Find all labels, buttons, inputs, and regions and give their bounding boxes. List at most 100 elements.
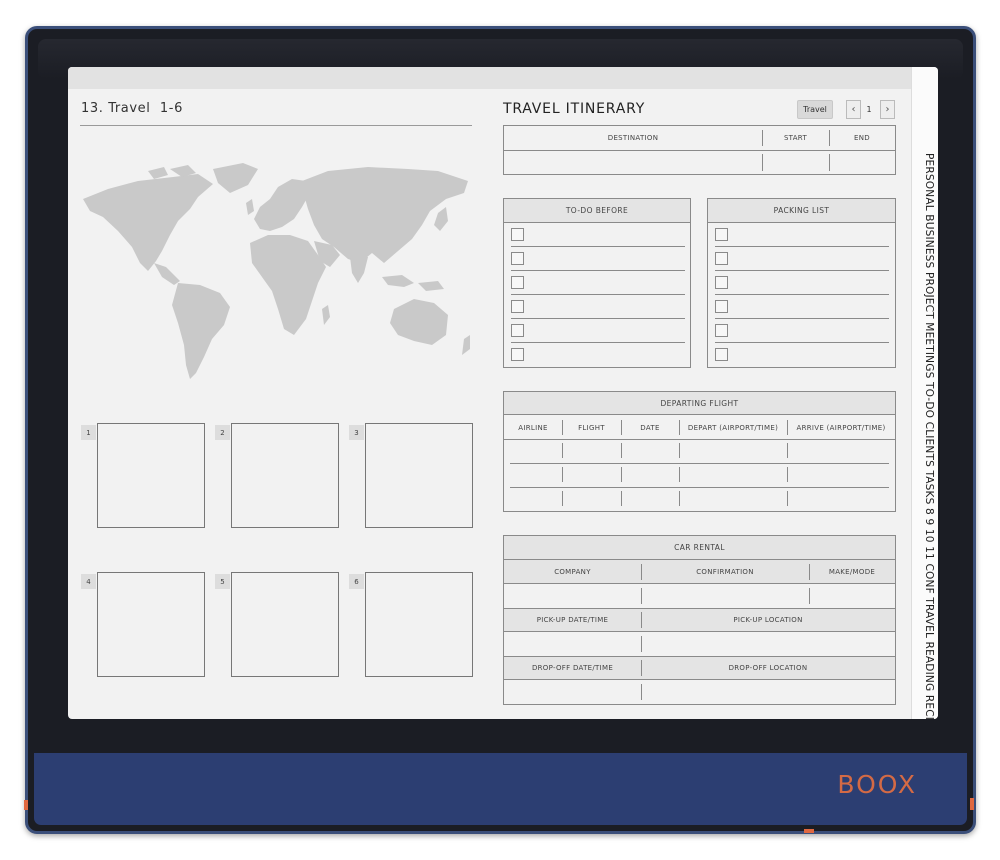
- photo-box[interactable]: [97, 572, 205, 677]
- divider: [641, 684, 642, 700]
- col-date: DATE: [640, 423, 660, 432]
- todo-line: [511, 246, 685, 247]
- photo-box[interactable]: [97, 423, 205, 528]
- checkbox[interactable]: [511, 228, 524, 241]
- screen: 13. Travel 1-6 1 2 3 4 5 6 TRAVEL ITINER…: [68, 67, 938, 719]
- checkbox[interactable]: [715, 276, 728, 289]
- divider: [787, 491, 788, 506]
- divider: [829, 154, 830, 171]
- end-header: END: [854, 134, 870, 142]
- divider: [787, 420, 788, 435]
- chevron-left-icon[interactable]: ‹: [846, 100, 861, 119]
- side-tab-labels[interactable]: PERSONAL BUSINESS PROJECT MEETINGS TO-DO…: [923, 153, 935, 719]
- checkbox[interactable]: [715, 300, 728, 313]
- col-company: COMPANY: [554, 568, 591, 576]
- photo-box[interactable]: [365, 572, 473, 677]
- divider: [679, 443, 680, 458]
- photo-box[interactable]: [231, 423, 339, 528]
- title-underline: [80, 125, 472, 126]
- divider: [562, 467, 563, 482]
- packing-list: PACKING LIST: [707, 198, 896, 368]
- departing-flight-header: DEPARTING FLIGHT: [504, 392, 895, 415]
- col-make-model: MAKE/MODE: [828, 568, 876, 576]
- brand-logo: BOOX: [837, 770, 917, 799]
- photo-box[interactable]: [365, 423, 473, 528]
- todo-line: [511, 270, 685, 271]
- divider: [621, 420, 622, 435]
- divider: [562, 420, 563, 435]
- divider: [562, 491, 563, 506]
- page-title: 13. Travel 1-6: [81, 101, 183, 116]
- divider: [679, 467, 680, 482]
- packing-line: [715, 342, 889, 343]
- packing-line: [715, 246, 889, 247]
- packing-line: [715, 318, 889, 319]
- photo-number: 5: [215, 574, 230, 589]
- destination-table: DESTINATION START END: [503, 125, 896, 175]
- divider: [787, 443, 788, 458]
- car-rental-header: CAR RENTAL: [504, 536, 895, 560]
- checkbox[interactable]: [511, 324, 524, 337]
- divider: [504, 439, 895, 440]
- packing-line: [715, 270, 889, 271]
- car-rental-table: CAR RENTAL COMPANY CONFIRMATION MAKE/MOD…: [503, 535, 896, 705]
- divider: [787, 467, 788, 482]
- photo-number: 2: [215, 425, 230, 440]
- pickup-location-label: PICK-UP LOCATION: [733, 616, 803, 624]
- pickup-date-label: PICK-UP DATE/TIME: [536, 616, 609, 624]
- col-confirmation: CONFIRMATION: [696, 568, 754, 576]
- todo-line: [511, 318, 685, 319]
- flight-line: [510, 487, 889, 488]
- divider: [621, 491, 622, 506]
- col-flight: FLIGHT: [578, 423, 605, 432]
- divider: [641, 660, 642, 676]
- col-arrive: ARRIVE (AIRPORT/TIME): [796, 423, 886, 432]
- divider: [621, 467, 622, 482]
- todo-header: TO-DO BEFORE: [504, 199, 690, 223]
- status-bar: [68, 67, 911, 89]
- divider: [762, 154, 763, 171]
- divider: [641, 612, 642, 628]
- divider: [562, 443, 563, 458]
- departing-flight-table: DEPARTING FLIGHT AIRLINE FLIGHT DATE DEP…: [503, 391, 896, 512]
- photo-number: 1: [81, 425, 96, 440]
- divider: [641, 588, 642, 604]
- divider: [809, 588, 810, 604]
- divider: [504, 150, 895, 151]
- photo-box[interactable]: [231, 572, 339, 677]
- checkbox[interactable]: [511, 252, 524, 265]
- checkbox[interactable]: [511, 348, 524, 361]
- divider: [641, 636, 642, 652]
- destination-header: DESTINATION: [607, 134, 659, 142]
- col-airline: AIRLINE: [518, 423, 548, 432]
- divider: [641, 564, 642, 580]
- checkbox[interactable]: [715, 348, 728, 361]
- divider: [679, 420, 680, 435]
- flight-line: [510, 463, 889, 464]
- travel-tag-button[interactable]: Travel: [797, 100, 833, 119]
- side-button-right: [970, 798, 974, 810]
- divider: [679, 491, 680, 506]
- packing-line: [715, 294, 889, 295]
- side-button-left: [24, 800, 28, 810]
- photo-number: 6: [349, 574, 364, 589]
- todo-before-list: TO-DO BEFORE: [503, 198, 691, 368]
- world-map: [83, 163, 470, 379]
- todo-line: [511, 342, 685, 343]
- checkbox[interactable]: [511, 276, 524, 289]
- col-depart: DEPART (AIRPORT/TIME): [687, 423, 779, 432]
- device-chin: BOOX: [34, 753, 967, 825]
- checkbox[interactable]: [715, 228, 728, 241]
- checkbox[interactable]: [511, 300, 524, 313]
- dropoff-date-label: DROP-OFF DATE/TIME: [531, 664, 614, 672]
- bottom-button: [804, 829, 814, 833]
- start-header: START: [783, 134, 808, 142]
- checkbox[interactable]: [715, 324, 728, 337]
- photo-number: 4: [81, 574, 96, 589]
- page-number: 1: [866, 105, 872, 114]
- dropoff-location-label: DROP-OFF LOCATION: [728, 664, 808, 672]
- chevron-right-icon[interactable]: ›: [880, 100, 895, 119]
- photo-number: 3: [349, 425, 364, 440]
- divider: [621, 443, 622, 458]
- checkbox[interactable]: [715, 252, 728, 265]
